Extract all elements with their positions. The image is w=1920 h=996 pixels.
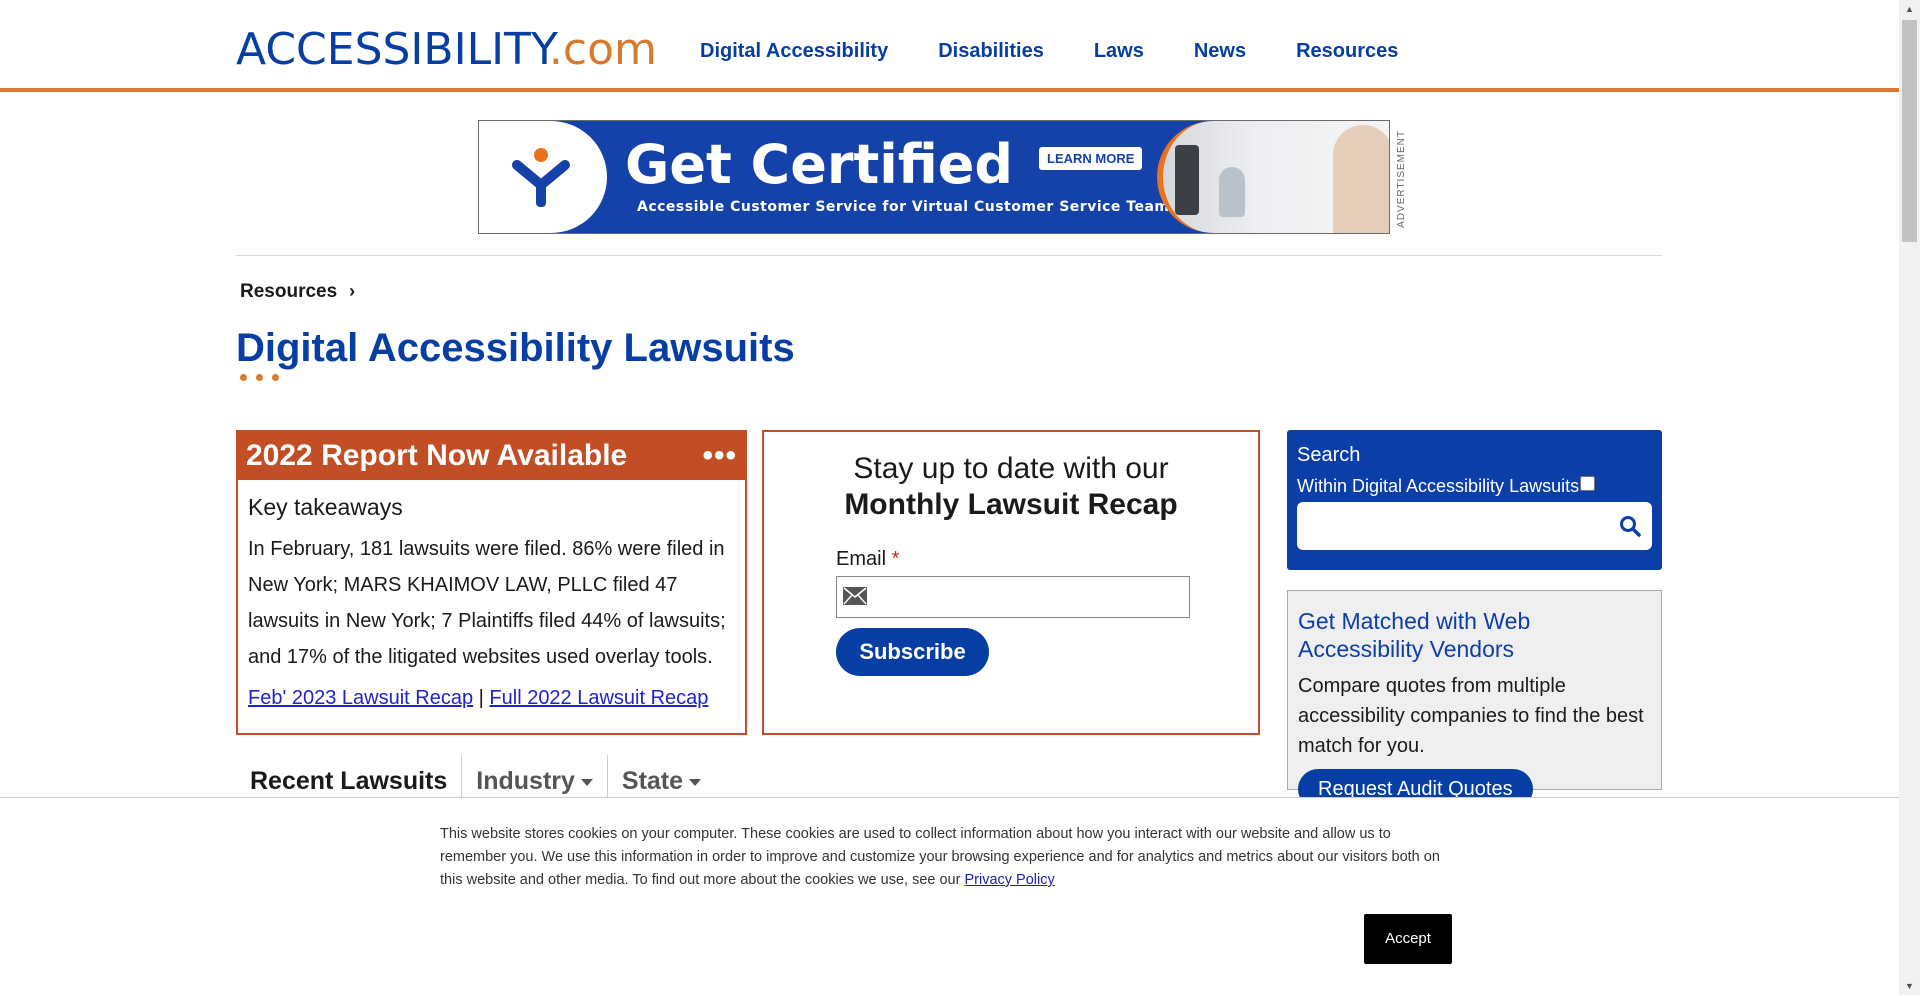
ad-photo-agent [1333,125,1389,233]
nav-disabilities[interactable]: Disabilities [938,40,1044,63]
search-icon[interactable] [1618,514,1642,538]
caret-down-icon [580,778,593,786]
search-title: Search [1297,444,1361,466]
newsletter-line2: Monthly Lawsuit Recap [844,488,1178,521]
accessibility-logo-icon [512,148,570,207]
advertisement-label: ADVERTISEMENT [1396,130,1407,228]
search-within-checkbox[interactable] [1580,476,1595,491]
tab-state[interactable]: State [608,755,715,801]
advertisement-banner[interactable]: Get Certified Accessible Customer Servic… [478,120,1390,234]
email-label: Email * [836,548,900,570]
report-links: Feb' 2023 Lawsuit Recap | Full 2022 Laws… [248,687,735,710]
logo-text: ACCESSIBILITY [236,24,549,75]
subscribe-button[interactable]: Subscribe [836,628,989,676]
nav-news[interactable]: News [1194,40,1246,63]
main-nav: Digital Accessibility Disabilities Laws … [700,40,1448,63]
caret-down-icon [689,778,702,786]
ad-title: Get Certified [625,133,1014,196]
required-marker: * [891,548,900,570]
breadcrumb: Resources › [240,281,355,303]
accept-button[interactable]: Accept [1364,914,1452,964]
ad-learn-more-button[interactable]: LEARN MORE [1039,147,1143,170]
vendor-match-panel: Get Matched with Web Accessibility Vendo… [1287,590,1662,809]
key-takeaways-title: Key takeaways [248,494,403,520]
lawsuit-tabs: Recent Lawsuits Industry State [236,755,715,801]
cookie-text: This website stores cookies on your comp… [440,826,1440,888]
newsletter-signup: Stay up to date with our Monthly Lawsuit… [762,430,1260,735]
link-separator: | [478,687,484,709]
tab-industry[interactable]: Industry [462,755,608,801]
newsletter-line1: Stay up to date with our [853,452,1169,485]
chevron-right-icon: › [349,281,356,301]
report-card: 2022 Report Now Available ••• Key takeaw… [236,430,747,735]
ad-logo-panel [479,121,607,233]
breadcrumb-resources[interactable]: Resources [240,281,337,302]
key-takeaways-text: In February, 181 lawsuits were filed. 86… [248,538,726,668]
cookie-banner: This website stores cookies on your comp… [0,797,1899,996]
site-header: ACCESSIBILITY.com Digital Accessibility … [0,0,1899,92]
mail-icon [843,587,867,605]
ad-photo [1157,121,1389,233]
scroll-up-icon[interactable]: ▲ [1899,0,1920,18]
scroll-down-icon[interactable]: ▼ [1899,977,1920,995]
scrollbar[interactable]: ▲ ▼ [1899,0,1920,995]
divider [236,255,1662,256]
page-title: Digital Accessibility Lawsuits [236,326,795,370]
title-decoration-dots [240,374,279,381]
search-panel: Search Within Digital Accessibility Laws… [1287,430,1662,570]
vendors-title[interactable]: Get Matched with Web Accessibility Vendo… [1298,607,1638,663]
vendors-text: Compare quotes from multiple accessibili… [1298,675,1644,757]
ad-photo-monitor [1175,145,1199,215]
more-options-icon[interactable]: ••• [702,432,737,480]
ad-subtitle: Accessible Customer Service for Virtual … [637,199,1179,215]
full-2022-recap-link[interactable]: Full 2022 Lawsuit Recap [489,687,708,709]
search-within-label: Within Digital Accessibility Lawsuits [1297,476,1580,496]
site-logo[interactable]: ACCESSIBILITY.com [236,24,657,76]
email-field[interactable] [836,576,1190,618]
nav-laws[interactable]: Laws [1094,40,1144,63]
ad-photo-background-person [1219,167,1245,217]
logo-suffix: .com [548,24,657,75]
report-heading: 2022 Report Now Available [246,439,628,472]
tab-recent-lawsuits[interactable]: Recent Lawsuits [236,755,463,801]
feb-2023-recap-link[interactable]: Feb' 2023 Lawsuit Recap [248,687,473,709]
nav-digital-accessibility[interactable]: Digital Accessibility [700,40,888,63]
search-input[interactable] [1297,502,1652,550]
scrollbar-thumb[interactable] [1902,20,1917,242]
nav-resources[interactable]: Resources [1296,40,1398,63]
report-header: 2022 Report Now Available ••• [238,432,745,480]
privacy-policy-link[interactable]: Privacy Policy [964,872,1054,888]
